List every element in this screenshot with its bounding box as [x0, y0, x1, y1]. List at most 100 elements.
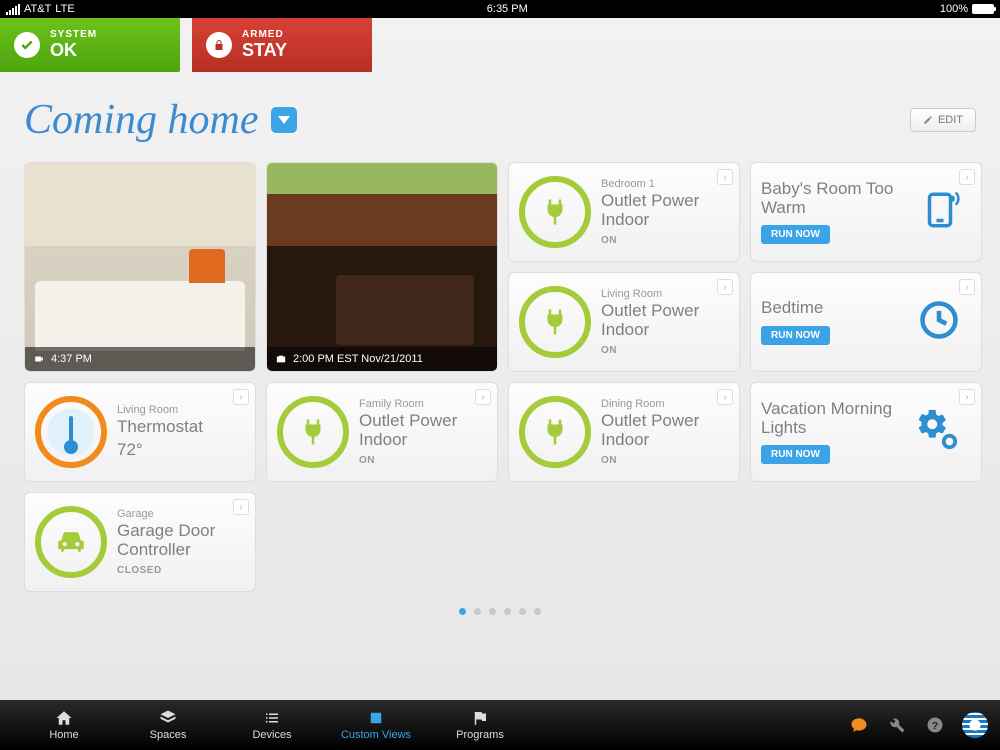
run-now-button[interactable]: RUN NOW: [761, 225, 830, 244]
view-title: Coming home: [24, 96, 297, 144]
tile-status: ON: [601, 345, 729, 356]
run-now-button[interactable]: RUN NOW: [761, 326, 830, 345]
armed-label: ARMED: [242, 29, 287, 40]
nav-spaces[interactable]: Spaces: [116, 703, 220, 747]
view-dropdown-button[interactable]: [271, 107, 297, 133]
program-tile-bedtime[interactable]: Bedtime RUN NOW: [750, 272, 982, 372]
list-icon: [263, 709, 281, 727]
thermostat-tile[interactable]: Living Room Thermostat 72°: [24, 382, 256, 482]
battery-percentage: 100%: [940, 3, 968, 15]
tile-title: Outlet Power Indoor: [359, 412, 487, 449]
tile-room: Living Room: [117, 404, 203, 416]
camera-tile-kitchen[interactable]: 2:00 PM EST Nov/21/2011: [266, 162, 498, 372]
tile-title: Outlet Power Indoor: [601, 192, 729, 229]
program-tile-baby-room[interactable]: Baby's Room Too Warm RUN NOW: [750, 162, 982, 262]
camera-tile-living-room[interactable]: 4:37 PM: [24, 162, 256, 372]
plug-icon: [519, 176, 591, 248]
tile-grid: 4:37 PM 2:00 PM EST Nov/21/2011 Bedroom …: [0, 154, 1000, 592]
tile-title: Outlet Power Indoor: [601, 302, 729, 339]
program-title: Bedtime: [761, 299, 830, 318]
plug-icon: [519, 396, 591, 468]
nav-home[interactable]: Home: [12, 703, 116, 747]
tile-room: Family Room: [359, 398, 487, 410]
edit-button[interactable]: EDIT: [910, 108, 976, 132]
camera-timestamp: 2:00 PM EST Nov/21/2011: [293, 353, 423, 365]
tile-status: ON: [601, 455, 729, 466]
signal-bars-icon: [6, 4, 20, 15]
outlet-tile-bedroom1[interactable]: Bedroom 1 Outlet Power Indoor ON: [508, 162, 740, 262]
chevron-icon[interactable]: [233, 389, 249, 405]
chevron-icon[interactable]: [959, 389, 975, 405]
network-label: LTE: [55, 3, 74, 15]
nav-label: Spaces: [150, 729, 187, 741]
armed-status-banner[interactable]: ARMED STAY: [192, 18, 372, 72]
camera-timestamp: 4:37 PM: [51, 353, 92, 365]
chevron-icon[interactable]: [717, 169, 733, 185]
pencil-icon: [923, 115, 933, 125]
tile-title: Thermostat: [117, 418, 203, 437]
wrench-icon[interactable]: [886, 714, 908, 736]
carrier-label: AT&T: [24, 3, 51, 15]
outlet-tile-family-room[interactable]: Family Room Outlet Power Indoor ON: [266, 382, 498, 482]
att-logo-icon: [962, 712, 988, 738]
armed-status: STAY: [242, 40, 287, 60]
chevron-icon[interactable]: [717, 279, 733, 295]
nav-devices[interactable]: Devices: [220, 703, 324, 747]
layers-icon: [159, 709, 177, 727]
battery-icon: [972, 4, 994, 14]
program-title: Vacation Morning Lights: [761, 400, 905, 437]
nav-label: Home: [49, 729, 78, 741]
system-label: SYSTEM: [50, 29, 97, 40]
view-title-text: Coming home: [24, 96, 259, 144]
program-title: Baby's Room Too Warm: [761, 180, 909, 217]
nav-custom-views[interactable]: Custom Views: [324, 703, 428, 747]
tile-room: Garage: [117, 508, 245, 520]
nav-programs[interactable]: Programs: [428, 703, 532, 747]
chevron-icon[interactable]: [475, 389, 491, 405]
camera-caption: 4:37 PM: [25, 347, 255, 371]
ipad-status-bar: AT&T LTE 6:35 PM 100%: [0, 0, 1000, 18]
tile-title: Garage Door Controller: [117, 522, 245, 559]
page-indicator[interactable]: [0, 592, 1000, 625]
garage-tile[interactable]: Garage Garage Door Controller CLOSED: [24, 492, 256, 592]
video-icon: [33, 354, 45, 364]
clock: 6:35 PM: [487, 3, 528, 15]
view-icon: [367, 709, 385, 727]
chevron-icon[interactable]: [959, 169, 975, 185]
nav-label: Custom Views: [341, 729, 411, 741]
outlet-tile-dining-room[interactable]: Dining Room Outlet Power Indoor ON: [508, 382, 740, 482]
bottom-nav: Home Spaces Devices Custom Views Program…: [0, 700, 1000, 750]
title-row: Coming home EDIT: [0, 72, 1000, 154]
tile-room: Dining Room: [601, 398, 729, 410]
chat-icon[interactable]: [848, 714, 870, 736]
chevron-icon[interactable]: [959, 279, 975, 295]
tile-room: Living Room: [601, 288, 729, 300]
clock-icon: [917, 298, 961, 347]
chevron-icon[interactable]: [717, 389, 733, 405]
system-status-banner[interactable]: SYSTEM OK: [0, 18, 180, 72]
phone-alert-icon: [919, 185, 961, 240]
tile-status: ON: [359, 455, 487, 466]
edit-label: EDIT: [938, 114, 963, 126]
gears-icon: [915, 407, 961, 458]
help-icon[interactable]: ?: [924, 714, 946, 736]
thermometer-icon: [35, 396, 107, 468]
camera-caption: 2:00 PM EST Nov/21/2011: [267, 347, 497, 371]
svg-text:?: ?: [932, 720, 938, 732]
car-icon: [35, 506, 107, 578]
nav-label: Programs: [456, 729, 504, 741]
outlet-tile-living-room[interactable]: Living Room Outlet Power Indoor ON: [508, 272, 740, 372]
chevron-icon[interactable]: [233, 499, 249, 515]
system-status: OK: [50, 40, 77, 60]
thermostat-value: 72°: [117, 441, 203, 460]
run-now-button[interactable]: RUN NOW: [761, 445, 830, 464]
tile-status: CLOSED: [117, 565, 245, 576]
tile-title: Outlet Power Indoor: [601, 412, 729, 449]
plug-icon: [277, 396, 349, 468]
tile-room: Bedroom 1: [601, 178, 729, 190]
home-icon: [55, 709, 73, 727]
plug-icon: [519, 286, 591, 358]
program-tile-vacation-lights[interactable]: Vacation Morning Lights RUN NOW: [750, 382, 982, 482]
nav-label: Devices: [252, 729, 291, 741]
check-icon: [14, 32, 40, 58]
